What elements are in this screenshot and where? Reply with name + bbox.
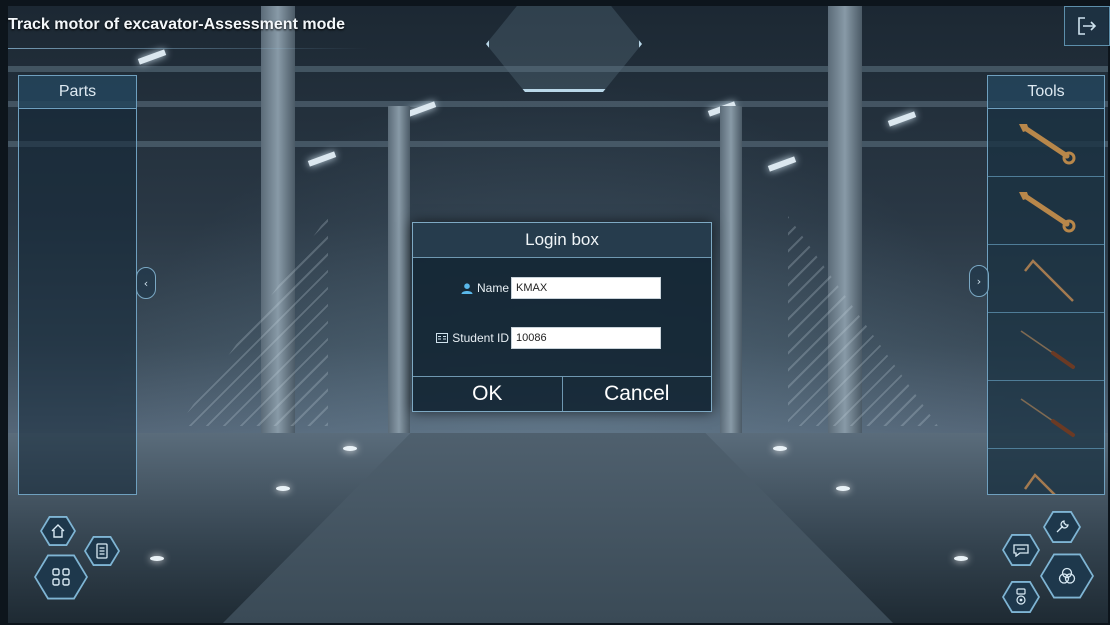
ceiling-beam	[8, 66, 1108, 72]
ceiling-light	[307, 151, 337, 167]
cancel-button[interactable]: Cancel	[561, 377, 712, 411]
name-input[interactable]	[511, 277, 661, 299]
wrench-icon	[1019, 123, 1076, 164]
student-id-field-row: Student ID	[413, 327, 711, 351]
chevron-right-icon: ›	[976, 274, 982, 288]
tools-panel-toggle[interactable]: ›	[969, 265, 989, 297]
ceiling-hex-light	[486, 6, 642, 92]
page-title: Track motor of excavator-Assessment mode	[8, 16, 346, 33]
name-field-row: Name	[413, 277, 711, 301]
hex-key-icon	[1023, 472, 1057, 494]
tool-slot[interactable]	[988, 313, 1104, 381]
ceiling-beam	[8, 141, 1108, 147]
ceiling-light	[767, 156, 797, 172]
floor-lamp	[836, 486, 850, 491]
student-id-label-text: Student ID	[452, 331, 509, 345]
name-label: Name	[461, 281, 509, 295]
home-icon	[51, 524, 65, 538]
tools-panel-title: Tools	[988, 76, 1104, 109]
chevron-left-icon: ‹	[143, 276, 149, 290]
student-id-input[interactable]	[511, 327, 661, 349]
tool-slot[interactable]	[988, 449, 1104, 494]
floor-lamp	[954, 556, 968, 561]
parts-panel: Parts	[18, 75, 137, 495]
title-underline	[8, 48, 368, 49]
id-card-icon	[436, 333, 449, 343]
hex-key-icon	[1024, 258, 1074, 302]
tool-slot[interactable]	[988, 177, 1104, 245]
user-icon	[461, 282, 473, 294]
exit-button[interactable]	[1064, 6, 1110, 46]
ok-button[interactable]: OK	[413, 377, 562, 411]
pulley-icon	[1016, 588, 1026, 605]
staircase-left	[178, 216, 328, 426]
ceiling-light	[887, 111, 917, 127]
floor-lamp	[150, 556, 164, 561]
screwdriver-icon	[1020, 397, 1075, 437]
tool-slot[interactable]	[988, 381, 1104, 449]
login-dialog-title: Login box	[413, 223, 711, 258]
assembly-icon	[1058, 567, 1076, 584]
floor-lamp	[276, 486, 290, 491]
floor-lamp	[343, 446, 357, 451]
document-icon	[96, 543, 108, 559]
dialog-footer: OK Cancel	[413, 376, 711, 411]
ceiling-beam	[8, 101, 1108, 107]
screwdriver-icon	[1020, 329, 1075, 369]
grid-menu-icon	[52, 568, 70, 586]
name-label-text: Name	[476, 281, 509, 295]
wrench-icon	[1056, 520, 1069, 533]
parts-panel-toggle[interactable]: ‹	[136, 267, 156, 299]
tool-slot[interactable]	[988, 245, 1104, 313]
student-id-label: Student ID	[436, 331, 509, 345]
staircase-right	[788, 216, 938, 426]
login-dialog: Login box Name Student ID OK Cancel	[412, 222, 712, 412]
wrench-icon	[1019, 191, 1076, 232]
tool-slot[interactable]	[988, 109, 1104, 177]
ceiling-light	[137, 49, 167, 65]
tools-panel: Tools	[987, 75, 1105, 495]
exit-icon	[1078, 17, 1097, 35]
chat-icon	[1013, 544, 1029, 557]
parts-panel-title: Parts	[19, 76, 136, 109]
floor-lamp	[773, 446, 787, 451]
